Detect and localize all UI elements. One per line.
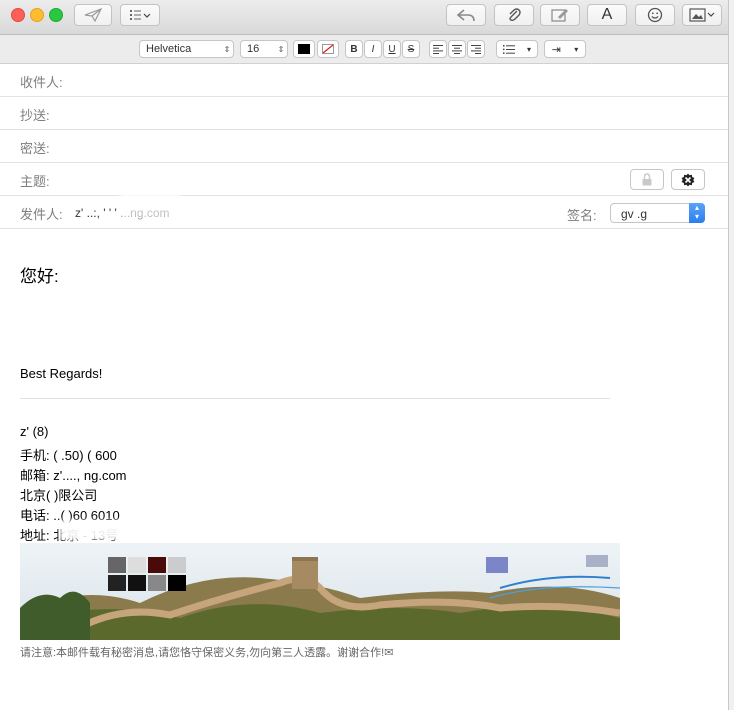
cc-field[interactable]: 抄送: bbox=[0, 97, 728, 130]
bcc-field[interactable]: 密送: bbox=[0, 130, 728, 163]
encrypt-button[interactable] bbox=[630, 169, 664, 190]
paperclip-icon bbox=[509, 8, 521, 22]
compose-window: A Helvetica ⇕ 16 ⇕ B I U S ▾ ⇥ ▾ 收件人: 抄送… bbox=[0, 0, 729, 710]
signature-value: gv .g bbox=[621, 207, 648, 221]
redaction bbox=[120, 190, 180, 220]
photo-icon bbox=[689, 8, 715, 22]
signature-label: 签名: bbox=[567, 208, 597, 223]
paper-plane-icon bbox=[84, 8, 102, 22]
italic-label: I bbox=[371, 43, 375, 55]
attach-button[interactable] bbox=[494, 4, 534, 26]
font-size-select[interactable]: 16 ⇕ bbox=[240, 40, 288, 58]
photo-browser-button[interactable] bbox=[682, 4, 722, 26]
text-color-button[interactable] bbox=[293, 40, 315, 58]
bullet-list-icon bbox=[502, 44, 515, 54]
from-label: 发件人: bbox=[20, 207, 63, 222]
align-center-button[interactable] bbox=[448, 40, 466, 58]
subject-field[interactable]: 主题: bbox=[0, 163, 728, 196]
close-window-button[interactable] bbox=[11, 8, 25, 22]
to-field[interactable]: 收件人: bbox=[0, 64, 728, 97]
smiley-icon bbox=[647, 7, 663, 23]
reply-button[interactable] bbox=[446, 4, 486, 26]
align-right-icon bbox=[471, 44, 481, 54]
bold-button[interactable]: B bbox=[345, 40, 363, 58]
bcc-label: 密送: bbox=[20, 141, 50, 156]
stepper-icon: ⇕ bbox=[223, 44, 231, 54]
underline-label: U bbox=[388, 43, 396, 55]
signature-select[interactable]: gv .g ▴ ▾ bbox=[610, 203, 705, 223]
lock-icon bbox=[642, 173, 652, 186]
indent-select[interactable]: ⇥ ▾ bbox=[544, 40, 586, 58]
list-icon bbox=[130, 10, 151, 20]
minimize-window-button[interactable] bbox=[30, 8, 44, 22]
font-size-value: 16 bbox=[247, 43, 260, 55]
stepper-icon: ⇕ bbox=[277, 44, 285, 54]
zoom-window-button[interactable] bbox=[49, 8, 63, 22]
signature-company: 北京( )限公司 bbox=[20, 488, 98, 503]
chevron-down-icon: ▾ bbox=[574, 44, 579, 54]
italic-button[interactable]: I bbox=[364, 40, 382, 58]
redaction bbox=[60, 520, 290, 540]
fonts-button-label: A bbox=[601, 6, 613, 23]
signature-mobile: 手机: ( .50) ( 600 bbox=[20, 448, 117, 463]
underline-button[interactable]: U bbox=[383, 40, 401, 58]
header-fields-menu-button[interactable] bbox=[120, 4, 160, 26]
align-left-icon bbox=[433, 44, 443, 54]
chevron-down-icon: ▾ bbox=[526, 44, 531, 54]
background-color-button[interactable] bbox=[317, 40, 339, 58]
to-label: 收件人: bbox=[20, 75, 63, 90]
no-color-icon bbox=[322, 44, 334, 54]
send-button[interactable] bbox=[74, 4, 112, 26]
bold-label: B bbox=[350, 43, 358, 55]
strikethrough-button[interactable]: S bbox=[402, 40, 420, 58]
background-window-edge bbox=[729, 0, 734, 710]
window-toolbar: A bbox=[0, 0, 728, 35]
cc-label: 抄送: bbox=[20, 108, 50, 123]
emoji-button[interactable] bbox=[635, 4, 675, 26]
great-wall-image bbox=[20, 543, 620, 640]
markup-button[interactable] bbox=[540, 4, 580, 26]
stepper-icon: ▴ ▾ bbox=[689, 203, 705, 223]
markup-icon bbox=[551, 9, 568, 22]
signature-email: 邮箱: z'...., ng.com bbox=[20, 468, 127, 483]
align-right-button[interactable] bbox=[467, 40, 485, 58]
seal-icon bbox=[681, 173, 695, 186]
reply-arrow-icon bbox=[456, 9, 475, 22]
regards-text: Best Regards! bbox=[20, 366, 103, 381]
fonts-button[interactable]: A bbox=[587, 4, 627, 26]
color-swatch-icon bbox=[298, 44, 310, 54]
signature-banner-image bbox=[20, 543, 620, 640]
format-bar: Helvetica ⇕ 16 ⇕ B I U S ▾ ⇥ ▾ bbox=[0, 35, 728, 64]
sign-message-button[interactable] bbox=[671, 169, 705, 190]
signature-name: z' (8) bbox=[20, 424, 49, 439]
font-family-value: Helvetica bbox=[146, 43, 192, 55]
indent-icon: ⇥ bbox=[551, 43, 561, 56]
strikethrough-label: S bbox=[407, 43, 415, 55]
align-left-button[interactable] bbox=[429, 40, 447, 58]
confidentiality-notice: 请注意:本邮件载有秘密消息,请您恪守保密义务,勿向第三人透露。谢谢合作!✉ bbox=[20, 647, 394, 659]
from-field[interactable]: 发件人: z' ..:, ' ' ' ...ng.com 签名: gv .g ▴… bbox=[0, 196, 728, 229]
list-style-select[interactable]: ▾ bbox=[496, 40, 538, 58]
subject-label: 主题: bbox=[20, 174, 50, 189]
font-family-select[interactable]: Helvetica ⇕ bbox=[139, 40, 234, 58]
align-center-icon bbox=[452, 44, 462, 54]
signature-divider bbox=[20, 398, 610, 399]
greeting-text: 您好: bbox=[20, 267, 59, 286]
